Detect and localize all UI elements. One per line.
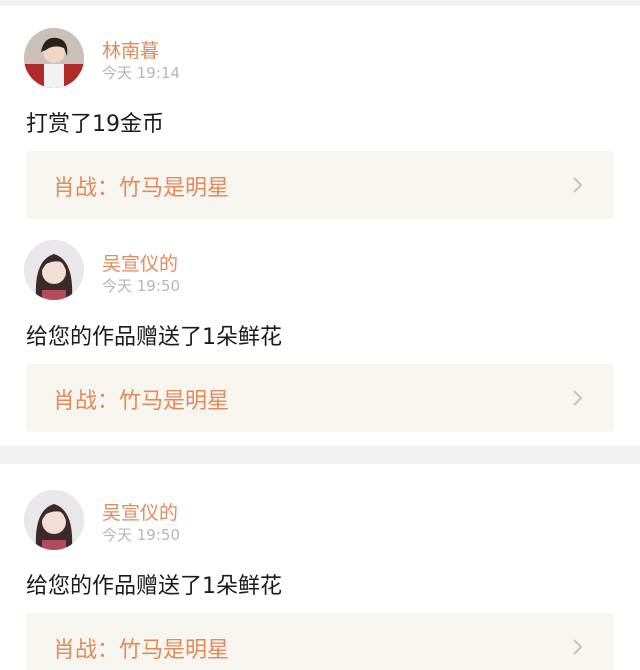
section-divider xyxy=(0,446,640,464)
timestamp: 今天 19:50 xyxy=(102,277,180,295)
message-text: 打赏了19金币 xyxy=(26,112,164,137)
avatar-image xyxy=(24,240,84,300)
notification-feed: 林南暮 今天 19:14 打赏了19金币 肖战：竹马是明星 吴宣仪的 今天 19… xyxy=(0,0,640,670)
chevron-right-icon xyxy=(573,390,583,406)
avatar-image xyxy=(24,490,84,550)
card-title: 肖战：竹马是明星 xyxy=(53,638,230,663)
top-divider xyxy=(0,0,640,6)
user-name[interactable]: 吴宣仪的 xyxy=(102,498,178,525)
timestamp: 今天 19:50 xyxy=(102,526,180,544)
avatar-image xyxy=(24,28,84,88)
user-name[interactable]: 林南暮 xyxy=(102,36,159,63)
avatar[interactable] xyxy=(24,490,84,550)
chevron-right-icon xyxy=(573,639,583,655)
work-card[interactable]: 肖战：竹马是明星 xyxy=(26,613,614,670)
work-card[interactable]: 肖战：竹马是明星 xyxy=(26,364,614,432)
card-title: 肖战：竹马是明星 xyxy=(53,176,230,201)
card-title: 肖战：竹马是明星 xyxy=(53,389,230,414)
avatar[interactable] xyxy=(24,240,84,300)
message-text: 给您的作品赠送了1朵鲜花 xyxy=(26,325,282,350)
user-name[interactable]: 吴宣仪的 xyxy=(102,249,178,276)
avatar[interactable] xyxy=(24,28,84,88)
work-card[interactable]: 肖战：竹马是明星 xyxy=(26,151,614,219)
message-text: 给您的作品赠送了1朵鲜花 xyxy=(26,574,282,599)
chevron-right-icon xyxy=(573,177,583,193)
timestamp: 今天 19:14 xyxy=(102,64,180,82)
